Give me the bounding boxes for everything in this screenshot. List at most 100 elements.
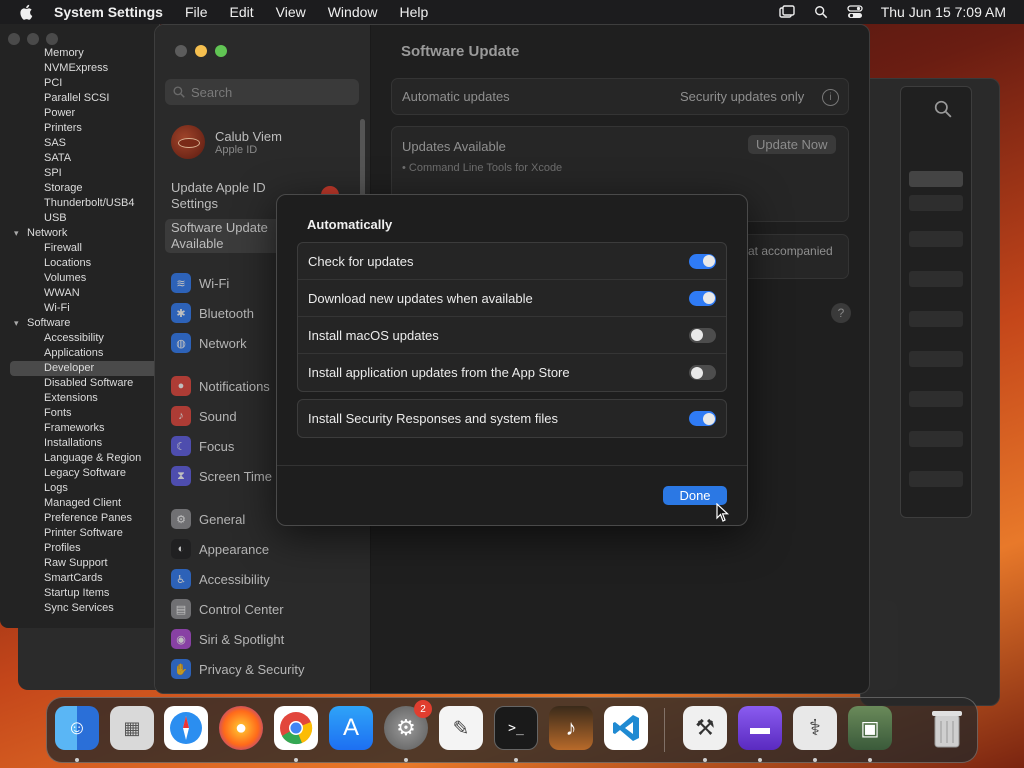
apple-logo-icon[interactable] (16, 4, 38, 20)
tree-item[interactable]: Installations (0, 436, 159, 451)
update-now-button[interactable]: Update Now (748, 135, 836, 154)
automatic-updates-row[interactable]: Automatic updates Security updates only … (391, 78, 849, 115)
tree-item[interactable]: Volumes (0, 271, 159, 286)
search-icon[interactable] (934, 100, 952, 118)
tree-item[interactable]: NVMExpress (0, 61, 159, 76)
tree-item[interactable]: SAS (0, 136, 159, 151)
tree-item[interactable]: Wi-Fi (0, 301, 159, 316)
app-store-icon[interactable]: A (329, 706, 373, 750)
tree-item[interactable]: Developer (10, 361, 159, 376)
option-toggle[interactable] (689, 290, 716, 306)
sidebar-item-accessibility[interactable]: ♿ Accessibility (171, 568, 270, 590)
sidebar-item-appearance[interactable]: ◐ Appearance (171, 538, 269, 560)
trash-icon[interactable] (925, 706, 969, 750)
disclosure-chevron-icon[interactable]: ▾ (14, 316, 27, 331)
tree-item[interactable]: Fonts (0, 406, 159, 421)
sidebar-item-control-center[interactable]: ▤ Control Center (171, 598, 284, 620)
tree-item[interactable]: Frameworks (0, 421, 159, 436)
menu-help[interactable]: Help (400, 4, 429, 20)
menu-edit[interactable]: Edit (230, 4, 254, 20)
launchpad-icon[interactable]: ▦ (110, 706, 154, 750)
spotlight-search-icon[interactable] (813, 5, 829, 19)
tree-item[interactable]: SPI (0, 166, 159, 181)
help-button[interactable]: ? (831, 303, 851, 323)
zoom-button[interactable] (46, 33, 58, 45)
textedit-icon[interactable]: ✎ (439, 706, 483, 750)
screen-mirroring-icon[interactable] (778, 5, 795, 19)
tree-item[interactable]: Accessibility (0, 331, 159, 346)
tree-item[interactable]: Printer Software (0, 526, 159, 541)
vscode-icon[interactable] (604, 706, 648, 750)
sidebar-item-focus[interactable]: ☾ Focus (171, 435, 234, 457)
tree-item[interactable]: Disabled Software (0, 376, 159, 391)
menu-view[interactable]: View (276, 4, 306, 20)
tree-item[interactable]: Raw Support (0, 556, 159, 571)
sidebar-item-sound[interactable]: ♪ Sound (171, 405, 237, 427)
option-toggle[interactable] (689, 365, 716, 380)
tree-item[interactable]: Profiles (0, 541, 159, 556)
tree-item[interactable]: SmartCards (0, 571, 159, 586)
tree-item[interactable]: Logs (0, 481, 159, 496)
software-update-available[interactable]: Software Update Available (171, 220, 291, 252)
tree-item[interactable]: Preference Panes (0, 511, 159, 526)
menu-window[interactable]: Window (328, 4, 378, 20)
sidebar-item-network[interactable]: ◍ Network (171, 332, 247, 354)
sidebar-item-bluetooth[interactable]: ✱ Bluetooth (171, 302, 254, 324)
tree-item[interactable]: Language & Region (0, 451, 159, 466)
safari-icon[interactable] (164, 706, 208, 750)
firefox-icon[interactable]: ● (219, 706, 263, 750)
info-icon[interactable]: i (822, 89, 839, 106)
option-toggle[interactable] (689, 327, 716, 343)
menu-app-name[interactable]: System Settings (54, 4, 163, 20)
tree-item[interactable]: Sync Services (0, 601, 159, 616)
disclosure-chevron-icon[interactable]: ▾ (14, 226, 27, 241)
sidebar-item-siri-spotlight[interactable]: ◉ Siri & Spotlight (171, 628, 284, 650)
tree-item[interactable]: Thunderbolt/USB4 (0, 196, 159, 211)
security-responses-toggle[interactable] (689, 411, 716, 426)
menu-file[interactable]: File (185, 4, 208, 20)
tree-item[interactable]: USB (0, 211, 159, 226)
tree-item[interactable]: Memory (0, 46, 159, 61)
garageband-icon[interactable]: ♪ (549, 706, 593, 750)
chrome-icon[interactable] (274, 706, 318, 750)
system-settings-icon[interactable]: ⚙ 2 (384, 700, 432, 750)
close-button[interactable] (8, 33, 20, 45)
tree-item[interactable]: Extensions (0, 391, 159, 406)
option-toggle[interactable] (689, 253, 716, 269)
system-information-icon[interactable]: ⚒ (683, 706, 727, 750)
tree-item[interactable]: Startup Items (0, 586, 159, 601)
sidebar-item-wi-fi[interactable]: ≋ Wi-Fi (171, 272, 229, 294)
tree-item[interactable]: Locations (0, 256, 159, 271)
zoom-button[interactable] (215, 45, 227, 57)
tree-item[interactable]: Power (0, 106, 159, 121)
close-button[interactable] (175, 45, 187, 57)
tree-item[interactable]: Managed Client (0, 496, 159, 511)
tree-group[interactable]: ▾ Network (0, 226, 159, 241)
tree-item[interactable]: Applications (0, 346, 159, 361)
search-field[interactable]: Search (165, 79, 359, 105)
tree-item[interactable]: Legacy Software (0, 466, 159, 481)
tree-item[interactable]: PCI (0, 76, 159, 91)
minimize-button[interactable] (195, 45, 207, 57)
disk-utility-icon[interactable]: ⚕ (793, 706, 837, 750)
tree-item[interactable]: Storage (0, 181, 159, 196)
podman-icon[interactable]: ▬ (738, 706, 782, 750)
menu-clock[interactable]: Thu Jun 15 7:09 AM (881, 4, 1006, 20)
sidebar-item-general[interactable]: ⚙ General (171, 508, 245, 530)
tree-item[interactable]: Firewall (0, 241, 159, 256)
tree-item[interactable]: Parallel SCSI (0, 91, 159, 106)
profile-name: Calub Viem (215, 128, 282, 144)
apple-id-profile[interactable]: Calub Viem Apple ID (171, 125, 282, 159)
tree-item[interactable]: Printers (0, 121, 159, 136)
finder-icon[interactable]: ☺ (55, 706, 99, 750)
sidebar-item-privacy-security[interactable]: ✋ Privacy & Security (171, 658, 304, 680)
terminal-icon[interactable]: >_ (494, 706, 538, 750)
sidebar-item-notifications[interactable]: ● Notifications (171, 375, 270, 397)
sidebar-item-screen-time[interactable]: ⧗ Screen Time (171, 465, 272, 487)
tree-item[interactable]: SATA (0, 151, 159, 166)
control-center-icon[interactable] (847, 5, 863, 19)
tree-item[interactable]: WWAN (0, 286, 159, 301)
minimize-button[interactable] (27, 33, 39, 45)
chip-icon[interactable]: ▣ (848, 706, 892, 750)
tree-group[interactable]: ▾ Software (0, 316, 159, 331)
